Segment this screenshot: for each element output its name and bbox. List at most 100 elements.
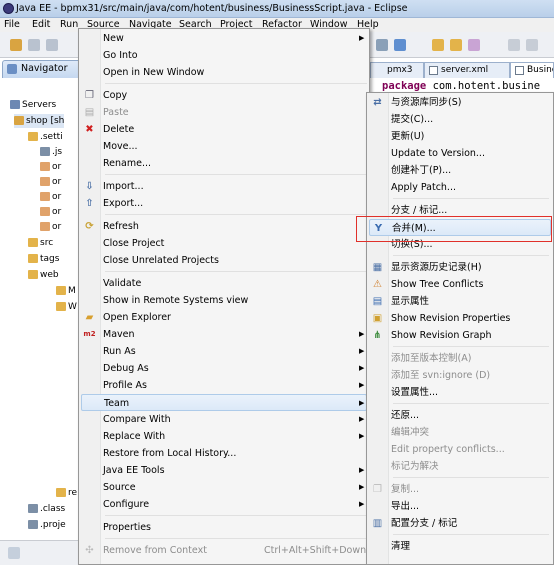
tree-item[interactable]: or — [40, 205, 61, 219]
submenu-item-show-revision-properties[interactable]: ▣ Show Revision Properties — [369, 310, 551, 327]
submenu-item-show-history[interactable]: ▦ 显示资源历史记录(H) — [369, 259, 551, 276]
menu-item-go-into[interactable]: Go Into — [81, 47, 367, 64]
tree-item[interactable]: shop [sh — [14, 114, 65, 128]
tree-item[interactable]: web — [28, 268, 59, 282]
menu-item-debug-as[interactable]: Debug As ▶ — [81, 360, 367, 377]
tree-item[interactable]: Servers — [10, 98, 56, 112]
menu-item-new[interactable]: New ▶ — [81, 30, 367, 47]
submenu-item-create-patch[interactable]: 创建补丁(P)... — [369, 162, 551, 179]
menu-item-close-project[interactable]: Close Project — [81, 235, 367, 252]
maven-icon: m2 — [83, 330, 96, 338]
menu-file[interactable]: File — [4, 18, 20, 32]
menu-item-team[interactable]: Team ▶ — [81, 394, 367, 411]
annotation-highlight-box — [356, 216, 552, 242]
menu-separator — [105, 515, 367, 516]
submenu-item-set-property[interactable]: 设置属性... — [369, 384, 551, 401]
submenu-item-commit[interactable]: 提交(C)... — [369, 111, 551, 128]
new-icon[interactable] — [10, 39, 22, 51]
submenu-item-edit-conflicts[interactable]: 编辑冲突 — [369, 424, 551, 441]
revision-properties-icon: ▣ — [372, 313, 383, 324]
tree-item[interactable]: .class — [28, 502, 65, 516]
fast-view-icon[interactable] — [8, 547, 20, 559]
menu-item-import[interactable]: ⇩ Import... — [81, 178, 367, 195]
menu-item-close-unrelated-projects[interactable]: Close Unrelated Projects — [81, 252, 367, 269]
navigator-icon — [7, 64, 17, 74]
open-folder-icon[interactable] — [432, 39, 444, 51]
menu-item-run-as[interactable]: Run As ▶ — [81, 343, 367, 360]
menu-item-source[interactable]: Source ▶ — [81, 479, 367, 496]
menu-edit[interactable]: Edit — [32, 18, 50, 32]
submenu-item-show-revision-graph[interactable]: ⋔ Show Revision Graph — [369, 327, 551, 344]
tree-item[interactable]: tags — [28, 252, 59, 266]
menu-item-refresh[interactable]: ⟳ Refresh — [81, 218, 367, 235]
editor-tab[interactable]: server.xml — [424, 62, 510, 78]
tree-item[interactable]: M — [56, 284, 76, 298]
open-type-icon[interactable] — [450, 39, 462, 51]
submenu-item-add-to-version-control[interactable]: 添加至版本控制(A) — [369, 350, 551, 367]
editor-tab-active[interactable]: Busine — [510, 62, 554, 78]
edit-icon[interactable] — [468, 39, 480, 51]
tree-item[interactable]: .proje — [28, 518, 66, 532]
menu-separator — [105, 214, 367, 215]
submenu-item-export[interactable]: 导出... — [369, 498, 551, 515]
tree-item[interactable]: or — [40, 160, 61, 174]
file-icon — [40, 177, 50, 186]
tree-item[interactable]: .setti — [28, 130, 63, 144]
menu-item-paste[interactable]: ▤ Paste — [81, 104, 367, 121]
menu-item-validate[interactable]: Validate — [81, 275, 367, 292]
submenu-item-edit-property-conflicts[interactable]: Edit property conflicts... — [369, 441, 551, 458]
submenu-item-revert[interactable]: 还原... — [369, 407, 551, 424]
submenu-item-cleanup[interactable]: 清理 — [369, 538, 551, 555]
submenu-item-mark-resolved[interactable]: 标记为解决 — [369, 458, 551, 475]
menu-run[interactable]: Run — [60, 18, 78, 32]
submenu-item-apply-patch[interactable]: Apply Patch... — [369, 179, 551, 196]
menu-item-properties[interactable]: Properties — [81, 519, 367, 536]
submenu-item-show-tree-conflicts[interactable]: ⚠ Show Tree Conflicts — [369, 276, 551, 293]
menu-item-move[interactable]: Move... — [81, 138, 367, 155]
submenu-item-copy[interactable]: ❐ 复制... — [369, 481, 551, 498]
tree-item[interactable]: .js — [40, 145, 62, 159]
menu-item-java-ee-tools[interactable]: Java EE Tools ▶ — [81, 462, 367, 479]
menu-item-compare-with[interactable]: Compare With ▶ — [81, 411, 367, 428]
editor-tab[interactable]: pmx3 — [370, 62, 424, 78]
tree-item[interactable]: src — [28, 236, 53, 250]
submenu-item-add-to-svn-ignore[interactable]: 添加至 svn:ignore (D) — [369, 367, 551, 384]
xml-file-icon — [429, 66, 438, 75]
menu-item-rename[interactable]: Rename... — [81, 155, 367, 172]
menu-item-delete[interactable]: ✖ Delete — [81, 121, 367, 138]
save-icon[interactable] — [28, 39, 40, 51]
menu-item-replace-with[interactable]: Replace With ▶ — [81, 428, 367, 445]
code-line[interactable]: package com.hotent.busine — [382, 80, 540, 92]
menu-item-open-explorer[interactable]: ▰ Open Explorer — [81, 309, 367, 326]
menu-item-copy[interactable]: ❐ Copy — [81, 87, 367, 104]
file-icon — [40, 222, 50, 231]
menu-item-export[interactable]: ⇧ Export... — [81, 195, 367, 212]
submenu-item-show-properties[interactable]: ▤ 显示属性 — [369, 293, 551, 310]
toolbar-dropdown-icon[interactable] — [376, 39, 388, 51]
pin-icon[interactable] — [508, 39, 520, 51]
file-icon — [28, 504, 38, 513]
save-all-icon[interactable] — [46, 39, 58, 51]
tree-item[interactable]: or — [40, 190, 61, 204]
folder-icon — [56, 302, 66, 311]
tree-item[interactable]: or — [40, 220, 61, 234]
menu-item-restore-from-local-history[interactable]: Restore from Local History... — [81, 445, 367, 462]
menu-item-open-in-new-window[interactable]: Open in New Window — [81, 64, 367, 81]
search-icon[interactable] — [526, 39, 538, 51]
menu-item-configure[interactable]: Configure ▶ — [81, 496, 367, 513]
tree-item[interactable]: or — [40, 175, 61, 189]
settings-icon[interactable] — [394, 39, 406, 51]
submenu-item-update-to-version[interactable]: Update to Version... — [369, 145, 551, 162]
menu-item-remove-from-context[interactable]: ✣ Remove from Context Ctrl+Alt+Shift+Down — [81, 542, 367, 559]
folder-icon — [28, 254, 38, 263]
submenu-item-update[interactable]: 更新(U) — [369, 128, 551, 145]
file-icon — [28, 520, 38, 529]
tree-item[interactable]: re — [56, 486, 77, 500]
menu-item-maven[interactable]: m2 Maven ▶ — [81, 326, 367, 343]
menu-item-show-in-remote-systems-view[interactable]: Show in Remote Systems view — [81, 292, 367, 309]
menu-item-profile-as[interactable]: Profile As ▶ — [81, 377, 367, 394]
submenu-item-sync[interactable]: ⇄ 与资源库同步(S) — [369, 94, 551, 111]
submenu-item-configure-branch-tag[interactable]: ▥ 配置分支 / 标记 — [369, 515, 551, 532]
tree-item[interactable]: W — [56, 300, 77, 314]
revision-graph-icon: ⋔ — [373, 330, 382, 341]
